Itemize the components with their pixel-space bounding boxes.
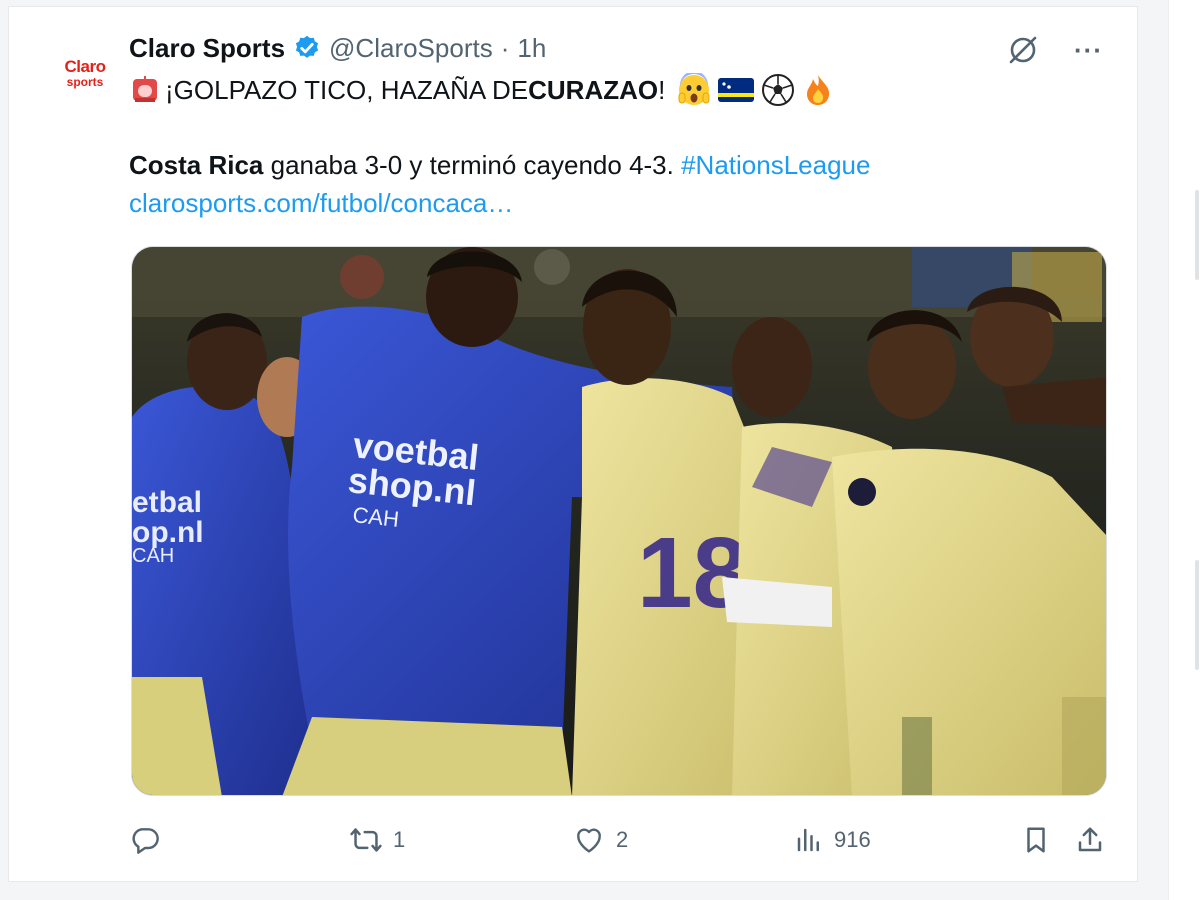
- tweet-actions: 1 2 916: [129, 819, 1109, 861]
- screen: Claro sports Claro Sports @ClaroSports ·…: [0, 0, 1200, 900]
- reply-button[interactable]: [129, 819, 171, 861]
- headline-bold: CURAZAO: [528, 75, 659, 105]
- jersey-text-left-1: etbal: [132, 486, 202, 519]
- body-text: ganaba 3-0 y terminó cayendo 4-3.: [263, 150, 682, 180]
- jersey-text-left-3: CAH: [132, 545, 174, 567]
- repost-icon: [350, 828, 382, 852]
- body-bold: Costa Rica: [129, 150, 264, 180]
- article-link-text[interactable]: clarosports.com/futbol/concaca…: [129, 188, 513, 218]
- tweet-header: Claro Sports @ClaroSports · 1h: [129, 31, 546, 65]
- timestamp[interactable]: 1h: [517, 33, 546, 64]
- hashtag-link[interactable]: #NationsLeague: [681, 150, 870, 180]
- handle[interactable]: @ClaroSports: [329, 33, 493, 64]
- avatar[interactable]: Claro sports: [49, 47, 121, 99]
- like-count: 2: [616, 827, 629, 852]
- heart-icon: [577, 828, 601, 853]
- siren-emoji-icon: [133, 76, 157, 102]
- avatar-brand-sub: sports: [66, 75, 104, 89]
- header-actions: ···: [1006, 33, 1103, 67]
- side-scroll-mark-2: [1195, 560, 1199, 670]
- reply-icon: [132, 828, 159, 854]
- bookmark-icon: [1027, 827, 1045, 853]
- fire-emoji-icon: [807, 75, 830, 105]
- grok-icon[interactable]: [1006, 33, 1040, 67]
- repost-count: 1: [393, 827, 406, 852]
- views-icon: [797, 828, 819, 852]
- headline-suffix: !: [658, 75, 666, 105]
- headline-prefix: ¡GOLPAZO TICO, HAZAÑA DE: [165, 75, 529, 105]
- view-count: 916: [834, 827, 871, 852]
- tweet-body: Costa Rica ganaba 3-0 y terminó cayendo …: [129, 148, 870, 182]
- celebration-photo: etbal op.nl CAH voetbal shop.nl CAH 18: [132, 247, 1106, 795]
- curacao-flag-emoji-icon: [718, 78, 755, 102]
- article-link[interactable]: clarosports.com/futbol/concaca…: [129, 186, 513, 220]
- share-icon: [1078, 827, 1102, 852]
- tweet-card[interactable]: Claro sports Claro Sports @ClaroSports ·…: [8, 6, 1138, 882]
- soccer-ball-emoji-icon: [762, 74, 795, 106]
- side-scroll-mark: [1195, 190, 1199, 280]
- shocked-face-emoji-icon: [678, 73, 710, 105]
- share-button[interactable]: [1075, 819, 1105, 861]
- side-panel-edge: [1168, 0, 1200, 900]
- separator: ·: [500, 32, 510, 63]
- more-icon[interactable]: ···: [1074, 37, 1103, 63]
- views-button[interactable]: 916: [794, 819, 871, 861]
- verified-badge-icon: [295, 35, 319, 58]
- tweet-media-photo[interactable]: etbal op.nl CAH voetbal shop.nl CAH 18: [131, 246, 1107, 796]
- repost-button[interactable]: 1: [349, 819, 405, 861]
- avatar-brand-name: Claro: [64, 57, 106, 76]
- display-name[interactable]: Claro Sports: [129, 33, 285, 64]
- bookmark-button[interactable]: [1021, 819, 1051, 861]
- like-button[interactable]: 2: [572, 819, 628, 861]
- jersey-text-3: CAH: [351, 502, 400, 532]
- tweet-headline: ¡GOLPAZO TICO, HAZAÑA DE CURAZAO !: [129, 73, 835, 107]
